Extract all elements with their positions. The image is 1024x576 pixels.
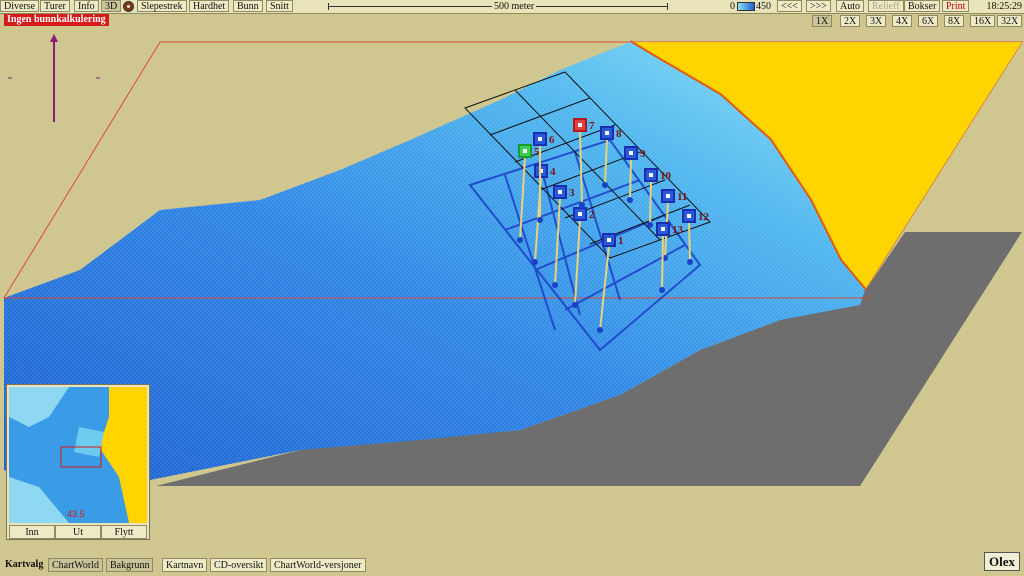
bakgrunn-button[interactable]: Bakgrunn [106, 558, 154, 572]
auto-button[interactable]: Auto [836, 0, 864, 12]
marker-label: 4 [550, 166, 556, 178]
menu-slepestrek[interactable]: Slepestrek [137, 0, 187, 12]
marker-stem [649, 180, 652, 226]
marker-seabed-point [537, 217, 543, 223]
depth-min-label: 0 [730, 1, 735, 12]
marker-seabed-point [579, 202, 585, 208]
zoom-16x[interactable]: 16X [970, 15, 996, 27]
zoom-in-button[interactable]: Inn [9, 525, 55, 539]
marker-seabed-point [659, 287, 665, 293]
zoom-6x[interactable]: 6X [918, 15, 939, 27]
menu-bunn[interactable]: Bunn [233, 0, 263, 12]
chartworld-button[interactable]: ChartWorld [48, 558, 103, 572]
chartworld-versjoner-button[interactable]: ChartWorld-versjoner [270, 558, 366, 572]
menu-hardhet[interactable]: Hardhet [189, 0, 230, 12]
overview-map: 43.5 Inn Ut Flytt [6, 384, 150, 540]
cd-oversikt-button[interactable]: CD-oversikt [210, 558, 268, 572]
marker-box-center [629, 151, 633, 155]
marker-seabed-point [552, 282, 558, 288]
marker-label: 11 [677, 191, 687, 203]
zoom-32x[interactable]: 32X [997, 15, 1023, 27]
marker-label: 9 [640, 148, 646, 160]
marker-seabed-point [597, 327, 603, 333]
marker-label: 13 [672, 224, 684, 236]
nav-forward-button[interactable]: >>> [806, 0, 831, 12]
zoom-1x[interactable]: 1X [812, 15, 833, 27]
bokser-button[interactable]: Bokser [904, 0, 941, 12]
marker-label: 8 [616, 128, 622, 140]
marker-seabed-point [532, 259, 538, 265]
zoom-out-button[interactable]: Ut [55, 525, 101, 539]
menu-3d[interactable]: 3D [101, 0, 122, 12]
marker-label: 12 [698, 211, 710, 223]
marker-box-center [578, 212, 582, 216]
marker-label: 1 [618, 235, 624, 247]
menu-snitt[interactable]: Snitt [266, 0, 293, 12]
menu-info[interactable]: Info [74, 0, 99, 12]
marker-box-center [661, 227, 665, 231]
marker-stem [629, 158, 632, 201]
marker-seabed-point [517, 237, 523, 243]
kartnavn-button[interactable]: Kartnavn [162, 558, 208, 572]
marker-box-center [687, 214, 691, 218]
marker-stem [661, 234, 664, 291]
relieff-button[interactable]: Relieff [868, 0, 904, 12]
marker-box-center [523, 149, 527, 153]
marker-box-center [605, 131, 609, 135]
marker-label: 3 [569, 187, 575, 199]
nav-back-button[interactable]: <<< [777, 0, 802, 12]
marker-label: 6 [549, 134, 555, 146]
marker-label: 2 [589, 209, 595, 221]
marker-box-center [607, 238, 611, 242]
scale-label: 500 meter [492, 0, 537, 13]
zoom-2x[interactable]: 2X [840, 15, 861, 27]
depth-max-label: 450 [756, 1, 771, 12]
move-button[interactable]: Flytt [101, 525, 147, 539]
warning-badge: Ingen bunnkalkulering [4, 14, 109, 26]
scale-bar-tick-left [328, 3, 329, 10]
scale-bar-tick-right [667, 3, 668, 10]
marker-box-center [666, 194, 670, 198]
clock: 18:25:29 [986, 1, 1022, 12]
minimap-depth-readout: 43.5 [67, 509, 85, 519]
depth-color-scale[interactable] [737, 2, 755, 11]
zoom-4x[interactable]: 4X [892, 15, 913, 27]
marker-seabed-point [687, 259, 693, 265]
overview-map-view[interactable]: 43.5 [9, 387, 147, 523]
marker-label: 7 [589, 120, 595, 132]
marker-seabed-point [602, 182, 608, 188]
3d-seabed-view[interactable]: 12345678910111213 [0, 0, 1024, 576]
marker-seabed-point [572, 302, 578, 308]
olex-logo[interactable]: Olex [984, 552, 1020, 571]
marker-label: 10 [660, 170, 672, 182]
target-icon[interactable] [123, 1, 134, 12]
top-toolbar: Diverse Turer Info 3D Slepestrek Hardhet… [0, 0, 1024, 14]
menu-diverse[interactable]: Diverse [0, 0, 40, 12]
marker-box-center [649, 173, 653, 177]
kartvalg-label: Kartvalg [5, 559, 44, 570]
zoom-8x[interactable]: 8X [944, 15, 965, 27]
north-arrow [8, 34, 100, 122]
marker-stem [688, 221, 691, 263]
marker-seabed-point [647, 222, 653, 228]
print-button[interactable]: Print [942, 0, 970, 12]
marker-box-center [558, 190, 562, 194]
zoom-3x[interactable]: 3X [866, 15, 887, 27]
marker-box-center [578, 123, 582, 127]
menu-turer[interactable]: Turer [40, 0, 70, 12]
marker-seabed-point [627, 197, 633, 203]
marker-box-center [538, 137, 542, 141]
